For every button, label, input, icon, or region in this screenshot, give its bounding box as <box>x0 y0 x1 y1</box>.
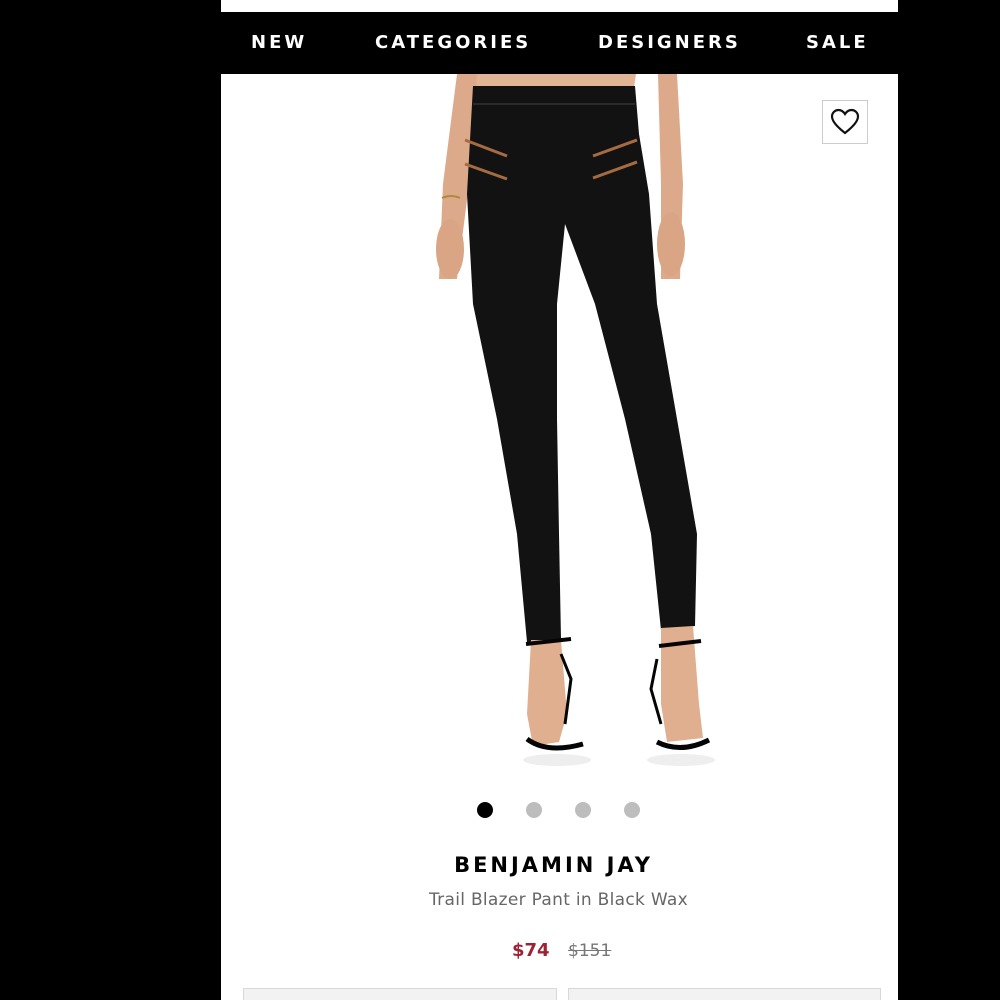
original-price: $151 <box>568 941 612 961</box>
add-to-bag-button[interactable] <box>568 988 881 1000</box>
carousel-dot-2[interactable] <box>526 802 542 818</box>
product-page: NEW CATEGORIES DESIGNERS SALE BENJAMIN J… <box>221 0 898 1000</box>
carousel-dot-1[interactable] <box>477 802 493 818</box>
product-photo-illustration <box>436 74 715 766</box>
brand-name[interactable]: BENJAMIN JAY <box>221 853 886 877</box>
sale-price: $74 <box>512 940 550 961</box>
nav-item-sale[interactable]: SALE <box>806 32 869 53</box>
top-navigation: NEW CATEGORIES DESIGNERS SALE <box>221 12 898 74</box>
carousel-dot-3[interactable] <box>575 802 591 818</box>
price-block: $74 $151 <box>221 940 898 964</box>
carousel-dot-4[interactable] <box>624 802 640 818</box>
size-select-button[interactable] <box>243 988 557 1000</box>
image-carousel-dots <box>221 800 898 820</box>
nav-item-designers[interactable]: DESIGNERS <box>598 32 741 53</box>
favorite-button[interactable] <box>822 100 868 144</box>
nav-item-categories[interactable]: CATEGORIES <box>375 32 531 53</box>
nav-item-new[interactable]: NEW <box>251 32 307 53</box>
product-name: Trail Blazer Pant in Black Wax <box>429 890 688 910</box>
status-strip <box>221 0 898 12</box>
heart-outline-icon <box>830 108 860 135</box>
product-image[interactable] <box>221 74 898 774</box>
